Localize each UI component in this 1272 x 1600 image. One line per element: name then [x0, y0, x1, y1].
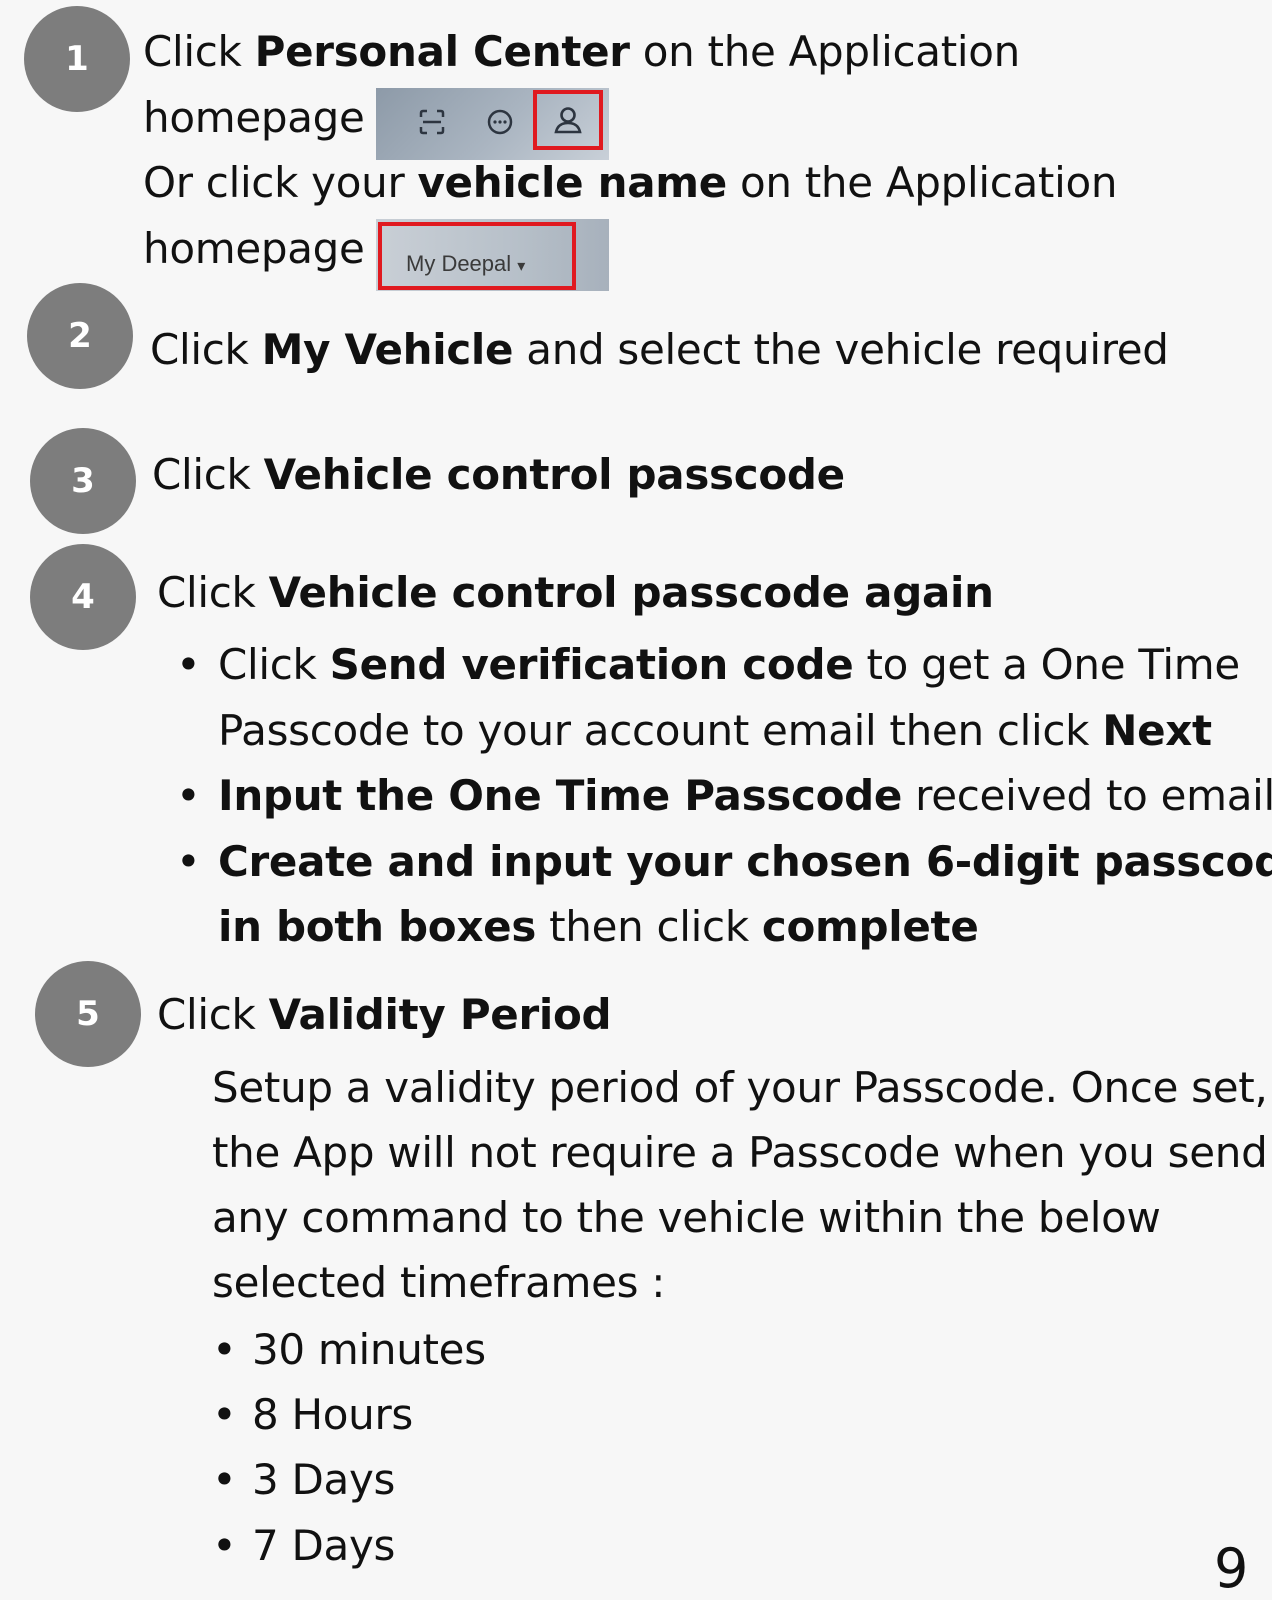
- vehicle-name-label: vehicle name: [417, 158, 727, 207]
- step-3-number: 3: [30, 428, 136, 534]
- text: Click: [150, 325, 262, 374]
- text: Click: [157, 990, 269, 1039]
- my-vehicle-label: My Vehicle: [261, 325, 514, 374]
- step-1-line-4: homepage: [143, 224, 365, 273]
- step-5-paragraph-line-2: the App will not require a Passcode when…: [212, 1128, 1268, 1177]
- text: and select the vehicle required: [513, 325, 1169, 374]
- text: to get a One Time: [853, 640, 1240, 689]
- step-5-heading: Click Validity Period: [157, 990, 612, 1040]
- complete-label: complete: [761, 902, 979, 951]
- step-4-bullet-2: Input the One Time Passcode received to …: [218, 771, 1272, 821]
- step-4-number: 4: [30, 544, 136, 650]
- both-boxes-label: in both boxes: [218, 902, 537, 951]
- vehicle-control-passcode-label: Vehicle control passcode: [263, 450, 846, 499]
- bullet: •: [212, 1390, 237, 1439]
- step-5-number: 5: [35, 961, 141, 1067]
- step-4-bullet-1-line-1: Click Send verification code to get a On…: [218, 640, 1240, 690]
- option-8-hours: 8 Hours: [252, 1390, 414, 1439]
- step-1-line-1: Click Personal Center on the Application: [143, 27, 1020, 77]
- bullet: •: [212, 1455, 237, 1504]
- text: Click: [152, 450, 264, 499]
- option-30-minutes: 30 minutes: [252, 1325, 486, 1374]
- homepage-toolbar-screenshot: [376, 88, 609, 160]
- input-otp-label: Input the One Time Passcode: [218, 771, 903, 820]
- scan-icon: [412, 102, 452, 142]
- validity-period-label: Validity Period: [268, 990, 612, 1039]
- bullet: •: [176, 640, 201, 689]
- step-4-bullet-3-line-1: Create and input your chosen 6-digit pas…: [218, 837, 1272, 887]
- step-2-text: Click My Vehicle and select the vehicle …: [150, 325, 1169, 375]
- step-5-paragraph-line-3: any command to the vehicle within the be…: [212, 1193, 1161, 1242]
- text: then click: [536, 902, 762, 951]
- step-1-line-3: Or click your vehicle name on the Applic…: [143, 158, 1117, 208]
- create-passcode-label: Create and input your chosen 6-digit pas…: [218, 837, 1272, 886]
- step-5-paragraph-line-1: Setup a validity period of your Passcode…: [212, 1063, 1268, 1112]
- option-3-days: 3 Days: [252, 1455, 396, 1504]
- text: on the Application: [629, 27, 1021, 76]
- text: Or click your: [143, 158, 418, 207]
- vehicle-name-screenshot: My Deepal ▾: [376, 219, 609, 291]
- chevron-down-icon: ▾: [517, 258, 526, 275]
- text: Click: [143, 27, 255, 76]
- step-1-line-2: homepage: [143, 93, 365, 142]
- text: on the Application: [726, 158, 1118, 207]
- step-4-bullet-1-line-2: Passcode to your account email then clic…: [218, 706, 1212, 756]
- step-1-number: 1: [24, 6, 130, 112]
- next-label: Next: [1102, 706, 1212, 755]
- user-icon: [546, 100, 590, 140]
- step-3-text: Click Vehicle control passcode: [152, 450, 845, 500]
- page-number: 9: [1214, 1537, 1249, 1600]
- text: Click: [218, 640, 330, 689]
- bullet: •: [176, 837, 201, 886]
- step-4-heading: Click Vehicle control passcode again: [157, 568, 994, 618]
- text: Passcode to your account email then clic…: [218, 706, 1103, 755]
- vehicle-control-passcode-again-label: Vehicle control passcode again: [268, 568, 994, 617]
- step-4-bullet-3-line-2: in both boxes then click complete: [218, 902, 979, 952]
- bullet: •: [212, 1325, 237, 1374]
- personal-center-label: Personal Center: [254, 27, 630, 76]
- step-2-number: 2: [27, 283, 133, 389]
- text: received to email: [902, 771, 1272, 820]
- vehicle-name-dropdown: My Deepal ▾: [406, 251, 525, 277]
- step-5-paragraph-line-4: selected timeframes :: [212, 1258, 666, 1307]
- text: Click: [157, 568, 269, 617]
- bullet: •: [176, 771, 201, 820]
- chat-icon: [480, 102, 520, 142]
- vehicle-name-text: My Deepal: [406, 251, 512, 276]
- option-7-days: 7 Days: [252, 1521, 396, 1570]
- send-verification-code-label: Send verification code: [329, 640, 854, 689]
- bullet: •: [212, 1521, 237, 1570]
